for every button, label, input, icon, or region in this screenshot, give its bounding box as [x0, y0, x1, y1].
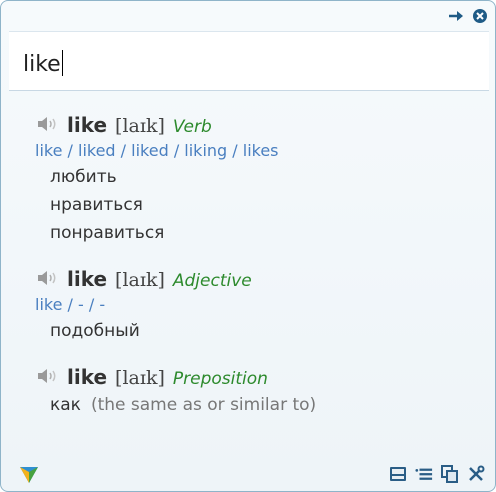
search-box[interactable]: like [9, 31, 489, 91]
headword: like [67, 267, 108, 291]
app-logo-icon[interactable] [19, 466, 39, 488]
save-icon[interactable] [389, 465, 407, 483]
transcription: [laɪk] [115, 115, 165, 137]
entry-headline: like [laɪk] Adjective [37, 267, 495, 293]
results-list: like [laɪk] Verb like / liked / liked / … [1, 113, 495, 419]
translation-row: как (the same as or similar to) [50, 391, 495, 419]
footer-tools [389, 465, 485, 483]
part-of-speech: Adjective [172, 271, 252, 291]
pin-icon[interactable] [447, 7, 465, 25]
title-controls [447, 7, 489, 25]
entry-verb: like [laɪk] Verb like / liked / liked / … [35, 113, 495, 247]
speaker-icon[interactable] [37, 116, 63, 132]
entry-adjective: like [laɪk] Adjective like / - / - подоб… [35, 267, 495, 345]
translation: нравиться [50, 195, 143, 215]
entry-headline: like [laɪk] Verb [37, 113, 495, 139]
transcription: [laɪk] [115, 367, 165, 389]
copy-icon[interactable] [441, 465, 459, 483]
part-of-speech: Verb [172, 117, 212, 137]
close-icon[interactable] [471, 7, 489, 25]
word-forms: like / - / - [35, 295, 106, 314]
search-input[interactable]: like [23, 50, 63, 77]
search-input-text[interactable]: like [23, 52, 61, 77]
translation: любить [50, 167, 117, 187]
headword: like [67, 113, 108, 137]
speaker-icon[interactable] [37, 270, 63, 286]
translation: понравиться [50, 223, 165, 243]
text-caret [61, 50, 63, 76]
footer-toolbar [1, 457, 495, 491]
speaker-icon[interactable] [37, 368, 63, 384]
entry-headline: like [laɪk] Preposition [37, 365, 495, 391]
usage-note: (the same as or similar to) [90, 395, 317, 415]
headword: like [67, 365, 108, 389]
translation: подобный [50, 321, 140, 341]
transcription: [laɪk] [115, 269, 165, 291]
list-icon[interactable] [415, 465, 433, 483]
part-of-speech: Preposition [172, 369, 268, 389]
entry-preposition: like [laɪk] Preposition как (the same as … [37, 365, 495, 419]
translation: как [50, 395, 81, 415]
dictionary-popup: like like [laɪk] Verb like / liked / lik… [0, 0, 496, 492]
word-forms: like / liked / liked / liking / likes [35, 141, 279, 160]
tools-icon[interactable] [467, 465, 485, 483]
